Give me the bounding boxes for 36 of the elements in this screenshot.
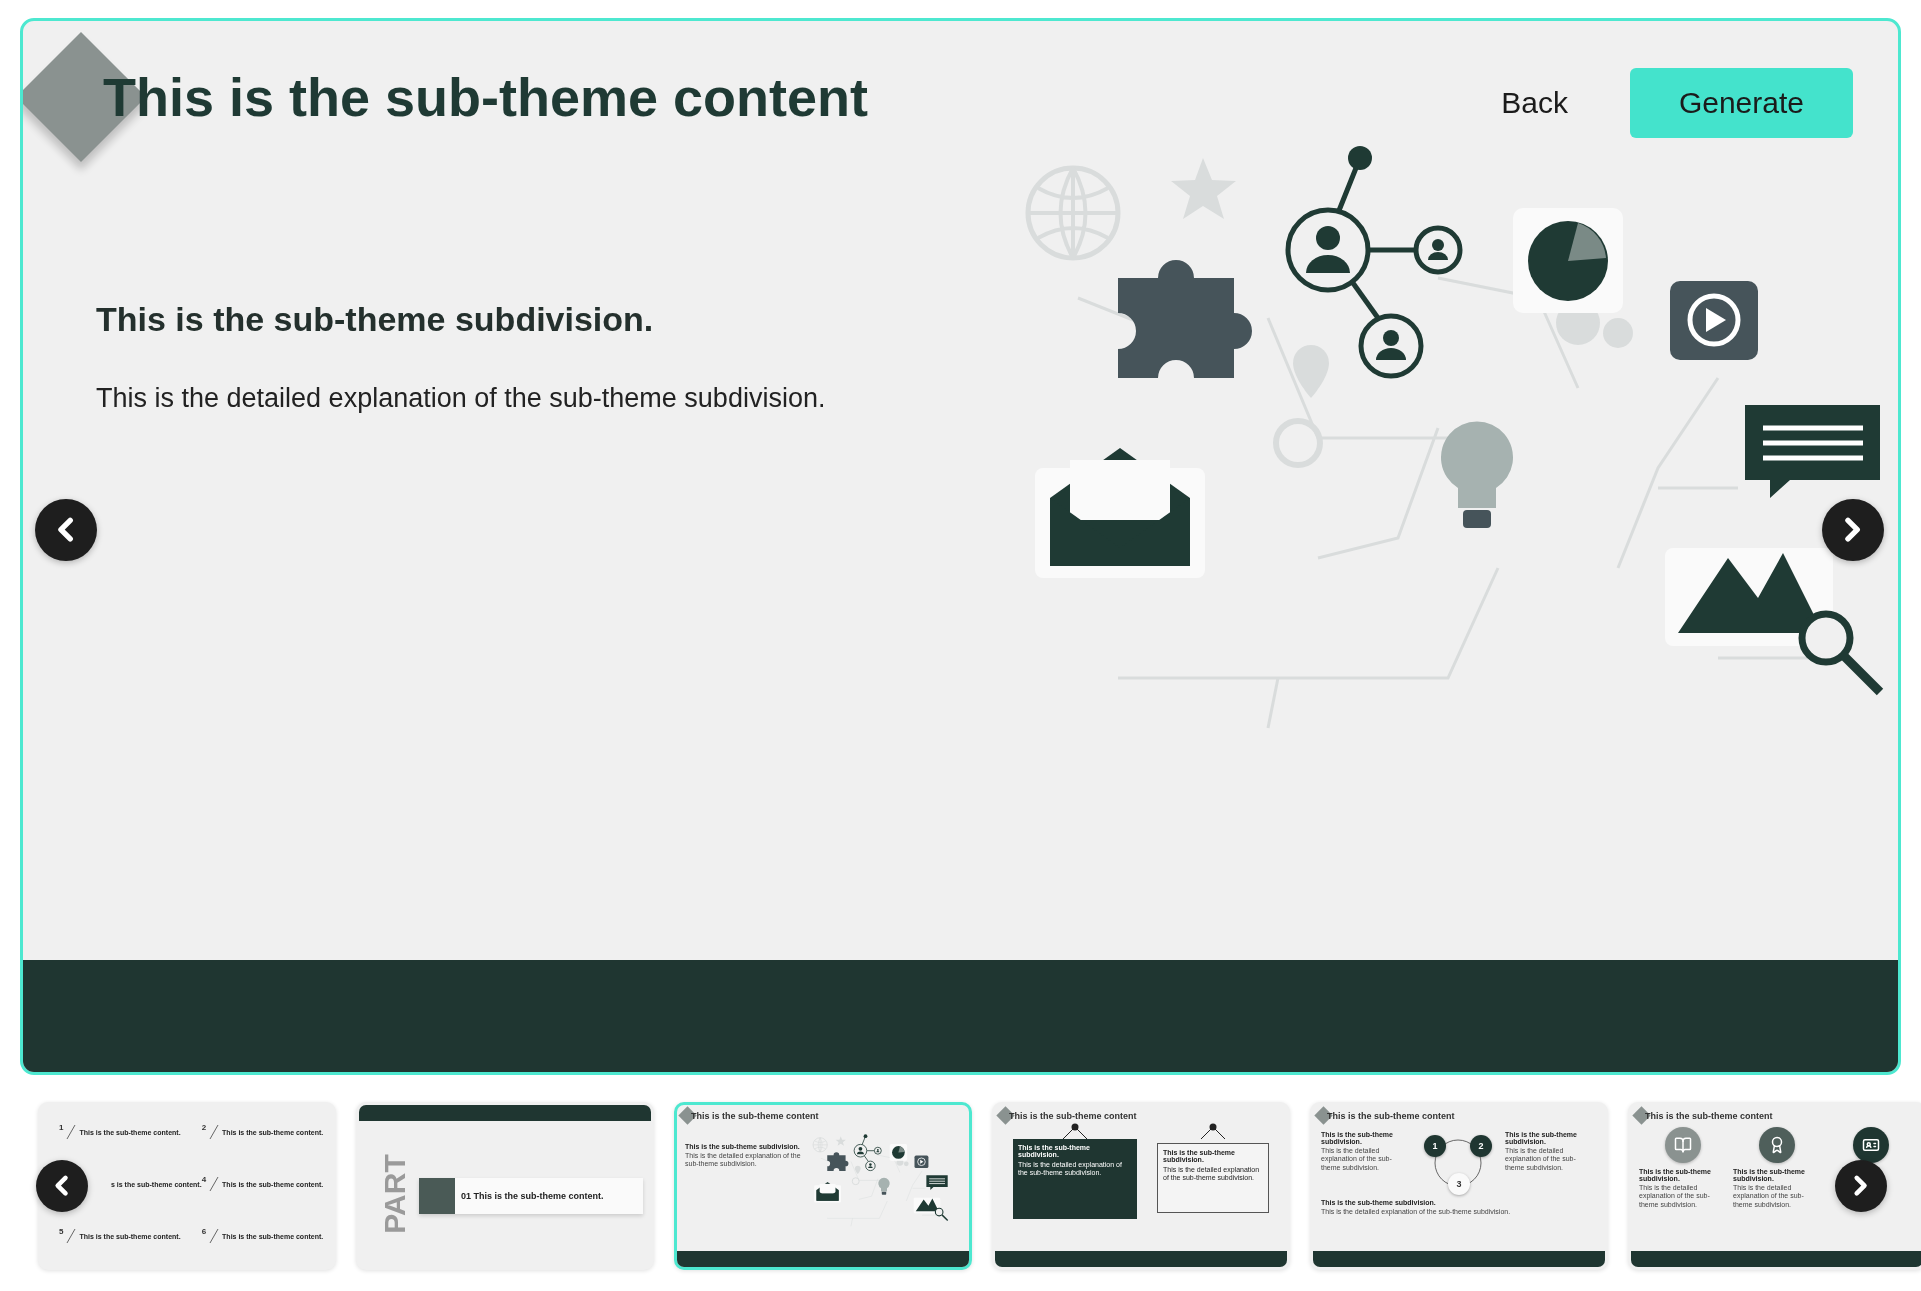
slide-thumbnail[interactable]: [992, 1102, 1290, 1270]
part-text: 01 This is the sub-theme content.: [461, 1191, 604, 1201]
slash-icon: [66, 1124, 77, 1140]
item-number: 5: [59, 1227, 64, 1236]
item-number: 1: [59, 1123, 64, 1132]
hanger-icon: [1200, 1123, 1226, 1139]
previous-button[interactable]: [35, 499, 97, 561]
book-icon: [1674, 1136, 1692, 1154]
slide-subtitle: This is the sub-theme subdivision.: [96, 299, 655, 339]
slide-thumbnail[interactable]: PART 01 This is the sub-theme content.: [356, 1102, 654, 1270]
item-number: 2: [201, 1123, 207, 1132]
slash-icon: [66, 1228, 77, 1244]
thumbnail-title: This is the sub-theme content: [690, 1111, 820, 1121]
slide-title: This is the sub-theme content: [103, 66, 870, 129]
step-number: 2: [1470, 1135, 1492, 1157]
hanger-icon: [1062, 1123, 1088, 1139]
thumbnail-title: This is the sub-theme content: [1326, 1111, 1456, 1121]
item-number: 4: [201, 1175, 207, 1184]
slide-thumbnail[interactable]: [1310, 1102, 1608, 1270]
id-card-icon: [1862, 1136, 1880, 1154]
slash-icon: [209, 1124, 220, 1140]
back-button[interactable]: Back: [1501, 68, 1568, 138]
thumbnail-title: This is the sub-theme content: [1008, 1111, 1138, 1121]
part-watermark: PART: [377, 1154, 412, 1234]
step-number: 1: [1424, 1135, 1446, 1157]
slide-body: This is the detailed explanation of the sub-theme subdivision.: [96, 382, 827, 414]
slash-icon: [209, 1176, 220, 1192]
next-button[interactable]: [1822, 499, 1884, 561]
part-square: [419, 1178, 455, 1214]
slash-icon: [209, 1228, 220, 1244]
slide-thumbnail[interactable]: [1628, 1102, 1921, 1270]
generate-button[interactable]: Generate: [1629, 68, 1853, 138]
step-number: 3: [1448, 1173, 1470, 1195]
ring-icon: [1434, 1139, 1482, 1187]
item-number: 6: [201, 1227, 207, 1236]
thumbnail-title: This is the sub-theme content: [1644, 1111, 1774, 1121]
